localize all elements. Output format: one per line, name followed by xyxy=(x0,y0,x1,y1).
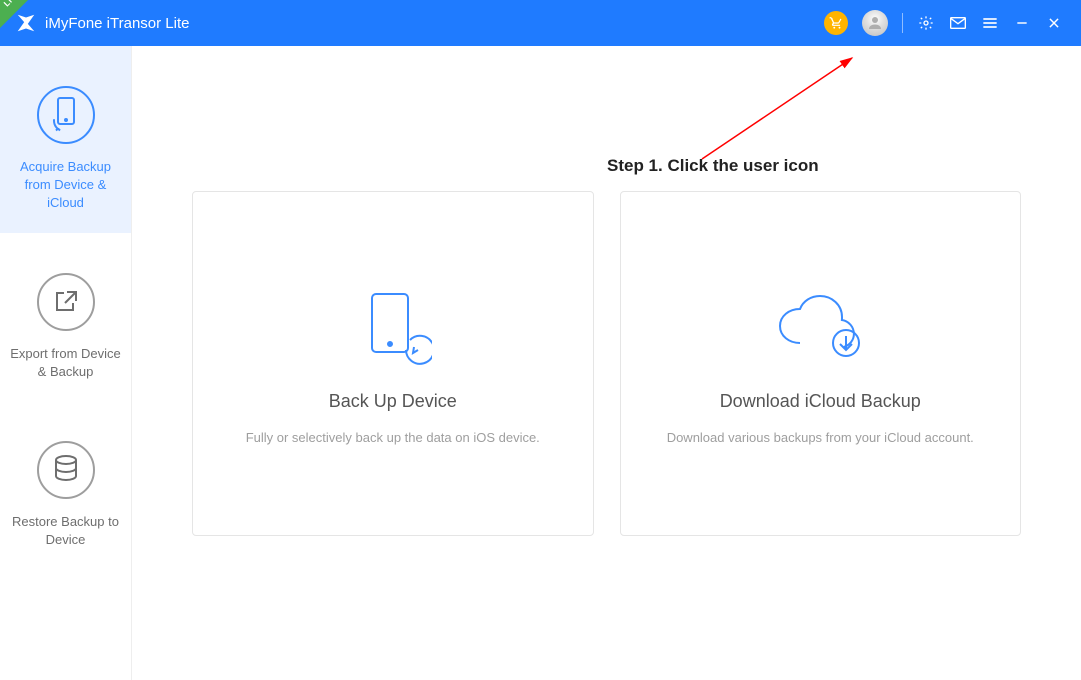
gear-icon[interactable] xyxy=(917,15,935,31)
card-subtitle: Download various backups from your iClou… xyxy=(667,430,974,445)
sidebar-item-label: Acquire Backup from Device & iCloud xyxy=(20,159,111,210)
user-icon[interactable] xyxy=(862,10,888,36)
cart-icon[interactable] xyxy=(824,11,848,35)
card-title: Download iCloud Backup xyxy=(720,391,921,412)
sidebar-item-acquire-backup[interactable]: Acquire Backup from Device & iCloud xyxy=(0,46,131,233)
divider xyxy=(902,13,903,33)
titlebar-controls xyxy=(824,10,1063,36)
app-logo: iMyFone iTransor Lite xyxy=(15,12,190,34)
main-content: Step 1. Click the user icon Back Up Devi… xyxy=(132,46,1081,680)
close-button[interactable] xyxy=(1045,16,1063,30)
device-icloud-icon xyxy=(37,86,95,144)
card-download-icloud[interactable]: Download iCloud Backup Download various … xyxy=(620,191,1022,536)
sidebar-item-export[interactable]: Export from Device & Backup xyxy=(0,233,131,401)
minimize-button[interactable] xyxy=(1013,16,1031,30)
option-cards: Back Up Device Fully or selectively back… xyxy=(192,191,1021,536)
app-title: iMyFone iTransor Lite xyxy=(45,15,190,32)
titlebar: LITE iMyFone iTransor Lite xyxy=(0,0,1081,46)
sidebar-item-label: Restore Backup to Device xyxy=(12,514,119,547)
phone-refresh-icon xyxy=(354,283,432,373)
card-subtitle: Fully or selectively back up the data on… xyxy=(246,430,540,445)
card-back-up-device[interactable]: Back Up Device Fully or selectively back… xyxy=(192,191,594,536)
database-icon xyxy=(37,441,95,499)
export-icon xyxy=(37,273,95,331)
sidebar-item-label: Export from Device & Backup xyxy=(10,346,121,379)
cloud-download-icon xyxy=(770,283,870,373)
instruction-text: Step 1. Click the user icon xyxy=(607,156,819,176)
sidebar-item-restore[interactable]: Restore Backup to Device xyxy=(0,401,131,569)
sidebar: Acquire Backup from Device & iCloud Expo… xyxy=(0,46,132,680)
card-title: Back Up Device xyxy=(329,391,457,412)
menu-icon[interactable] xyxy=(981,16,999,30)
mail-icon[interactable] xyxy=(949,16,967,30)
